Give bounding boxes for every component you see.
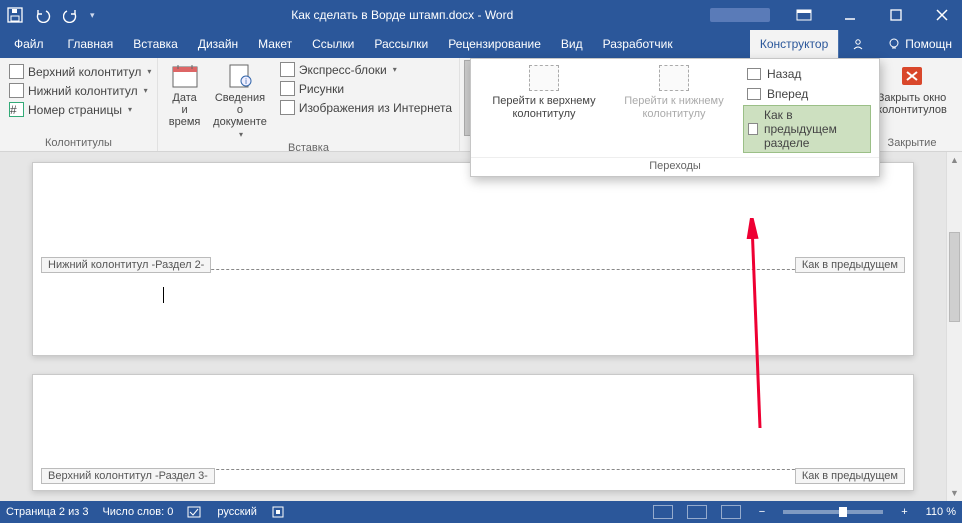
macro-icon[interactable] bbox=[271, 505, 285, 519]
zoom-thumb[interactable] bbox=[839, 507, 847, 517]
back-icon bbox=[747, 68, 761, 80]
document-scroll[interactable]: Нижний колонтитул -Раздел 2- Как в преды… bbox=[0, 152, 946, 501]
group-label: Колонтитулы bbox=[4, 136, 153, 151]
close-red-icon bbox=[896, 62, 928, 90]
chevron-down-icon: ▾ bbox=[144, 86, 148, 95]
tab-review[interactable]: Рецензирование bbox=[438, 30, 551, 58]
footer-button[interactable]: Нижний колонтитул▾ bbox=[6, 81, 154, 100]
tab-mailings[interactable]: Рассылки bbox=[364, 30, 438, 58]
picture-icon bbox=[280, 81, 295, 96]
footer-icon bbox=[9, 83, 24, 98]
online-picture-icon bbox=[280, 100, 295, 115]
chevron-down-icon: ▾ bbox=[239, 130, 243, 139]
ribbon-tabs: Файл Главная Вставка Дизайн Макет Ссылки… bbox=[0, 30, 962, 58]
lightbulb-icon bbox=[887, 37, 901, 51]
pictures-button[interactable]: Рисунки bbox=[277, 79, 455, 98]
page-section-2[interactable]: Нижний колонтитул -Раздел 2- Как в преды… bbox=[32, 162, 914, 356]
tab-layout[interactable]: Макет bbox=[248, 30, 302, 58]
quick-parts-icon bbox=[280, 62, 295, 77]
window-title: Как сделать в Ворде штамп.docx - Word bbox=[95, 8, 710, 22]
nav-forward-button[interactable]: Вперед bbox=[743, 85, 871, 103]
header-nav-icon bbox=[529, 65, 559, 91]
scroll-thumb[interactable] bbox=[949, 232, 960, 322]
share-button[interactable] bbox=[838, 30, 877, 58]
minimize-icon[interactable] bbox=[836, 5, 864, 25]
link-to-previous-button[interactable]: Как в предыдущем разделе bbox=[743, 105, 871, 153]
same-as-prev-tag: Как в предыдущем bbox=[795, 257, 905, 273]
ribbon: Верхний колонтитул▾ Нижний колонтитул▾ #… bbox=[0, 58, 962, 152]
document-info-button[interactable]: i Сведения о документе▾ bbox=[207, 60, 273, 141]
save-icon[interactable] bbox=[6, 6, 24, 24]
footer-nav-icon bbox=[659, 65, 689, 91]
tab-insert[interactable]: Вставка bbox=[123, 30, 188, 58]
ribbon-options-icon[interactable] bbox=[790, 5, 818, 25]
scroll-down-icon[interactable]: ▼ bbox=[947, 485, 962, 501]
zoom-in-button[interactable]: + bbox=[897, 506, 911, 518]
user-account[interactable] bbox=[710, 8, 770, 22]
status-page[interactable]: Страница 2 из 3 bbox=[6, 506, 88, 518]
tab-file[interactable]: Файл bbox=[0, 30, 58, 58]
online-pictures-button[interactable]: Изображения из Интернета bbox=[277, 98, 455, 117]
tab-developer[interactable]: Разработчик bbox=[593, 30, 683, 58]
status-words[interactable]: Число слов: 0 bbox=[102, 506, 173, 518]
header-tag: Верхний колонтитул -Раздел 3- bbox=[41, 468, 215, 484]
zoom-out-button[interactable]: − bbox=[755, 506, 769, 518]
close-icon[interactable] bbox=[928, 5, 956, 25]
view-print-icon[interactable] bbox=[687, 505, 707, 519]
header-button[interactable]: Верхний колонтитул▾ bbox=[6, 62, 154, 81]
window-controls bbox=[790, 5, 956, 25]
transitions-dropdown: Перейти к верхнему колонтитулу Перейти к… bbox=[470, 58, 880, 177]
spellcheck-icon[interactable] bbox=[187, 505, 203, 519]
tab-design[interactable]: Дизайн bbox=[188, 30, 248, 58]
chevron-down-icon: ▾ bbox=[393, 65, 397, 74]
link-prev-icon bbox=[748, 123, 758, 135]
zoom-slider[interactable] bbox=[783, 510, 883, 514]
redo-icon[interactable] bbox=[62, 6, 80, 24]
page-number-icon: # bbox=[9, 102, 24, 117]
go-to-header-button[interactable]: Перейти к верхнему колонтитулу bbox=[479, 65, 609, 153]
forward-icon bbox=[747, 88, 761, 100]
view-web-icon[interactable] bbox=[721, 505, 741, 519]
svg-text:i: i bbox=[245, 77, 247, 86]
docinfo-icon: i bbox=[224, 62, 256, 90]
tab-home[interactable]: Главная bbox=[58, 30, 124, 58]
tab-constructor[interactable]: Конструктор bbox=[750, 30, 838, 58]
vertical-scrollbar[interactable]: ▲ ▼ bbox=[946, 152, 962, 501]
tab-references[interactable]: Ссылки bbox=[302, 30, 364, 58]
status-language[interactable]: русский bbox=[217, 506, 256, 518]
tell-me-label: Помощн bbox=[905, 37, 952, 51]
zoom-level[interactable]: 110 % bbox=[926, 506, 956, 518]
group-insert: Дата и время i Сведения о документе▾ Экс… bbox=[158, 58, 460, 151]
footer-tag: Нижний колонтитул -Раздел 2- bbox=[41, 257, 211, 273]
text-cursor bbox=[163, 287, 164, 303]
group-header-footer: Верхний колонтитул▾ Нижний колонтитул▾ #… bbox=[0, 58, 158, 151]
scroll-up-icon[interactable]: ▲ bbox=[947, 152, 962, 168]
statusbar: Страница 2 из 3 Число слов: 0 русский − … bbox=[0, 501, 962, 523]
header-icon bbox=[9, 64, 24, 79]
nav-back-button[interactable]: Назад bbox=[743, 65, 871, 83]
date-time-button[interactable]: Дата и время bbox=[162, 60, 207, 141]
view-read-icon[interactable] bbox=[653, 505, 673, 519]
tab-view[interactable]: Вид bbox=[551, 30, 593, 58]
maximize-icon[interactable] bbox=[882, 5, 910, 25]
same-as-prev-tag: Как в предыдущем bbox=[795, 468, 905, 484]
titlebar: ▾ Как сделать в Ворде штамп.docx - Word bbox=[0, 0, 962, 30]
go-to-footer-button: Перейти к нижнему колонтитулу bbox=[609, 65, 739, 153]
dropdown-group-label: Переходы bbox=[471, 157, 879, 176]
document-workspace: Нижний колонтитул -Раздел 2- Как в преды… bbox=[0, 152, 962, 501]
undo-icon[interactable] bbox=[34, 6, 52, 24]
quick-parts-button[interactable]: Экспресс-блоки▾ bbox=[277, 60, 455, 79]
chevron-down-icon: ▾ bbox=[147, 67, 151, 76]
page-section-3[interactable]: Верхний колонтитул -Раздел 3- Как в пред… bbox=[32, 374, 914, 491]
page-number-button[interactable]: #Номер страницы▾ bbox=[6, 100, 154, 119]
calendar-icon bbox=[169, 62, 201, 90]
quick-access-toolbar: ▾ bbox=[6, 6, 95, 24]
chevron-down-icon: ▾ bbox=[128, 105, 132, 114]
tell-me[interactable]: Помощн bbox=[877, 30, 962, 58]
